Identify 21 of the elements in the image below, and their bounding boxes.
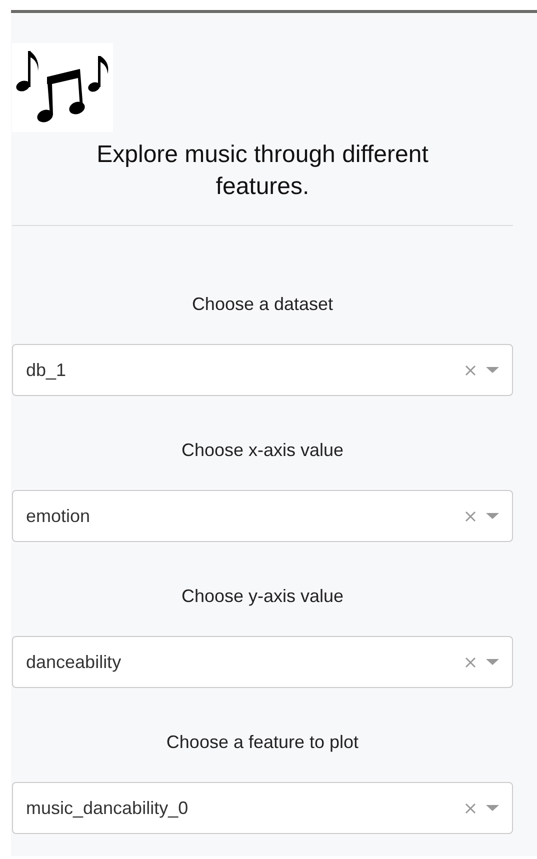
caret-icon[interactable] (486, 366, 499, 374)
field-label: Choose x-axis value (180, 439, 345, 461)
dropdown-select[interactable]: db_1 (12, 344, 513, 396)
selected-value: danceability (26, 652, 122, 672)
clear-icon[interactable] (465, 802, 476, 814)
caret-icon[interactable] (486, 512, 499, 520)
selected-value: emotion (26, 506, 92, 526)
selected-value: music_dancability_0 (26, 798, 190, 818)
caret-icon[interactable] (486, 658, 499, 666)
dropdown-select[interactable]: music_dancability_0 (12, 782, 513, 834)
dropdown-select[interactable]: emotion (12, 490, 513, 542)
clear-icon[interactable] (465, 510, 476, 522)
clear-icon[interactable] (465, 364, 476, 376)
caret-icon[interactable] (486, 804, 499, 812)
selected-value: db_1 (26, 360, 68, 380)
clear-icon[interactable] (465, 656, 476, 668)
field-label: Choose a dataset (190, 293, 334, 315)
dropdown-select[interactable]: danceability (12, 636, 513, 688)
field-label: Choose a feature to plot (165, 731, 360, 753)
app-title: Explore music through different features. (96, 140, 430, 202)
field-label: Choose y-axis value (180, 585, 345, 607)
